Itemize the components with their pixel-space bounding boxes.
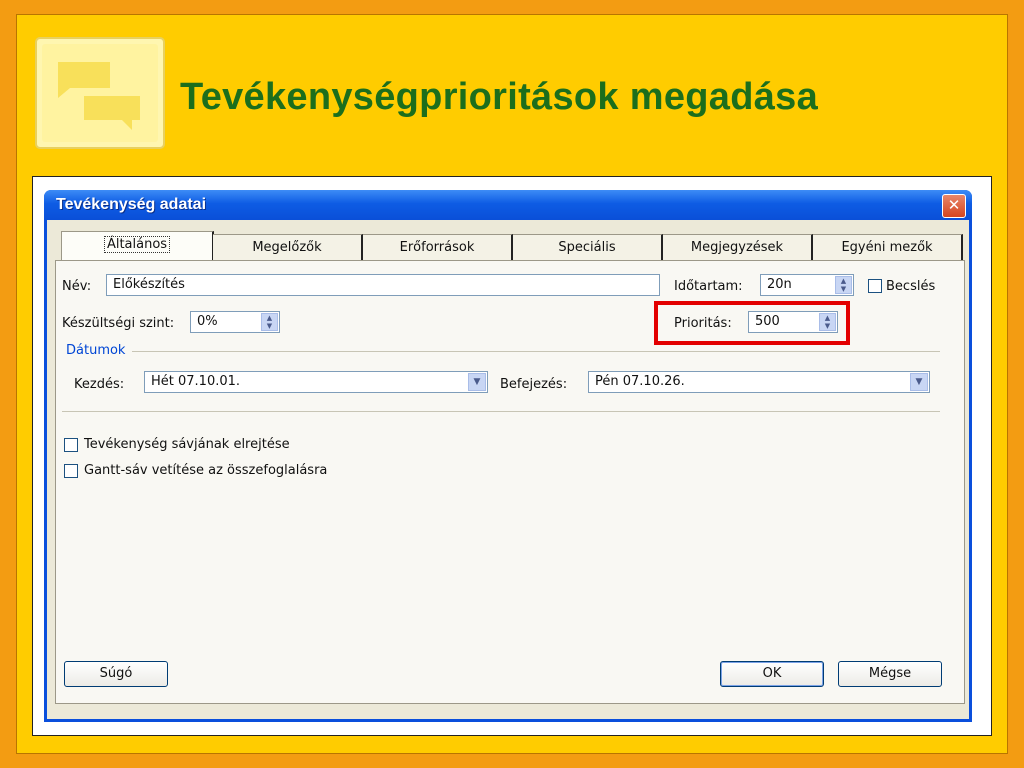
cancel-button[interactable]: Mégse bbox=[838, 661, 942, 687]
priority-stepper[interactable]: 500 ▲ ▼ bbox=[748, 311, 838, 333]
ok-button[interactable]: OK bbox=[720, 661, 824, 687]
tab-resources[interactable]: Erőforrások bbox=[363, 234, 513, 261]
rollup-label: Gantt-sáv vetítése az összefoglalásra bbox=[84, 463, 328, 478]
estimate-label: Becslés bbox=[886, 279, 936, 294]
percent-complete-value: 0% bbox=[197, 314, 218, 329]
help-button[interactable]: Súgó bbox=[64, 661, 168, 687]
priority-label: Prioritás: bbox=[674, 316, 732, 331]
start-date-combo[interactable]: Hét 07.10.01. ▼ bbox=[144, 371, 488, 393]
start-label: Kezdés: bbox=[74, 377, 125, 392]
duration-spin-icon[interactable]: ▲ ▼ bbox=[835, 276, 852, 294]
close-icon[interactable]: ✕ bbox=[942, 194, 966, 218]
name-input[interactable]: Előkészítés bbox=[106, 274, 660, 296]
tab-custom-fields[interactable]: Egyéni mezők bbox=[813, 234, 963, 261]
tab-strip: Általános Megelőzők Erőforrások Speciáli… bbox=[55, 231, 965, 262]
percent-spin-icon[interactable]: ▲ ▼ bbox=[261, 313, 278, 331]
general-pane: Név: Előkészítés Időtartam: 20n ▲ ▼ Becsl… bbox=[55, 260, 965, 704]
start-date-value: Hét 07.10.01. bbox=[151, 374, 241, 389]
priority-spin-icon[interactable]: ▲ ▼ bbox=[819, 313, 836, 331]
dates-divider bbox=[132, 351, 940, 352]
section-divider bbox=[62, 411, 940, 412]
priority-value: 500 bbox=[755, 314, 780, 329]
dialog-titlebar: Tevékenység adatai ✕ bbox=[44, 190, 972, 220]
speech-bubbles-icon bbox=[35, 37, 165, 149]
finish-label: Befejezés: bbox=[500, 377, 568, 392]
hide-bar-label: Tevékenység sávjának elrejtése bbox=[84, 437, 290, 452]
duration-value: 20n bbox=[767, 277, 792, 292]
percent-complete-stepper[interactable]: 0% ▲ ▼ bbox=[190, 311, 280, 333]
dialog-client: Általános Megelőzők Erőforrások Speciáli… bbox=[47, 220, 969, 719]
hide-bar-checkbox[interactable] bbox=[64, 438, 78, 452]
tab-general[interactable]: Általános bbox=[61, 231, 214, 262]
dates-group-label: Dátumok bbox=[66, 343, 126, 358]
chevron-down-icon[interactable]: ▼ bbox=[910, 373, 928, 391]
duration-stepper[interactable]: 20n ▲ ▼ bbox=[760, 274, 854, 296]
chevron-down-icon[interactable]: ▼ bbox=[468, 373, 486, 391]
tab-predecessors[interactable]: Megelőzők bbox=[213, 234, 363, 261]
dialog-title: Tevékenység adatai bbox=[56, 196, 207, 213]
finish-date-combo[interactable]: Pén 07.10.26. ▼ bbox=[588, 371, 930, 393]
duration-label: Időtartam: bbox=[674, 279, 743, 294]
finish-date-value: Pén 07.10.26. bbox=[595, 374, 685, 389]
rollup-checkbox[interactable] bbox=[64, 464, 78, 478]
task-information-dialog: Tevékenység adatai ✕ Általános Megelőzők… bbox=[44, 190, 972, 722]
tab-advanced[interactable]: Speciális bbox=[513, 234, 663, 261]
estimate-checkbox[interactable] bbox=[868, 279, 882, 293]
tab-notes[interactable]: Megjegyzések bbox=[663, 234, 813, 261]
name-label: Név: bbox=[62, 279, 92, 294]
percent-complete-label: Készültségi szint: bbox=[62, 316, 175, 331]
slide-title: Tevékenységprioritások megadása bbox=[180, 76, 819, 118]
